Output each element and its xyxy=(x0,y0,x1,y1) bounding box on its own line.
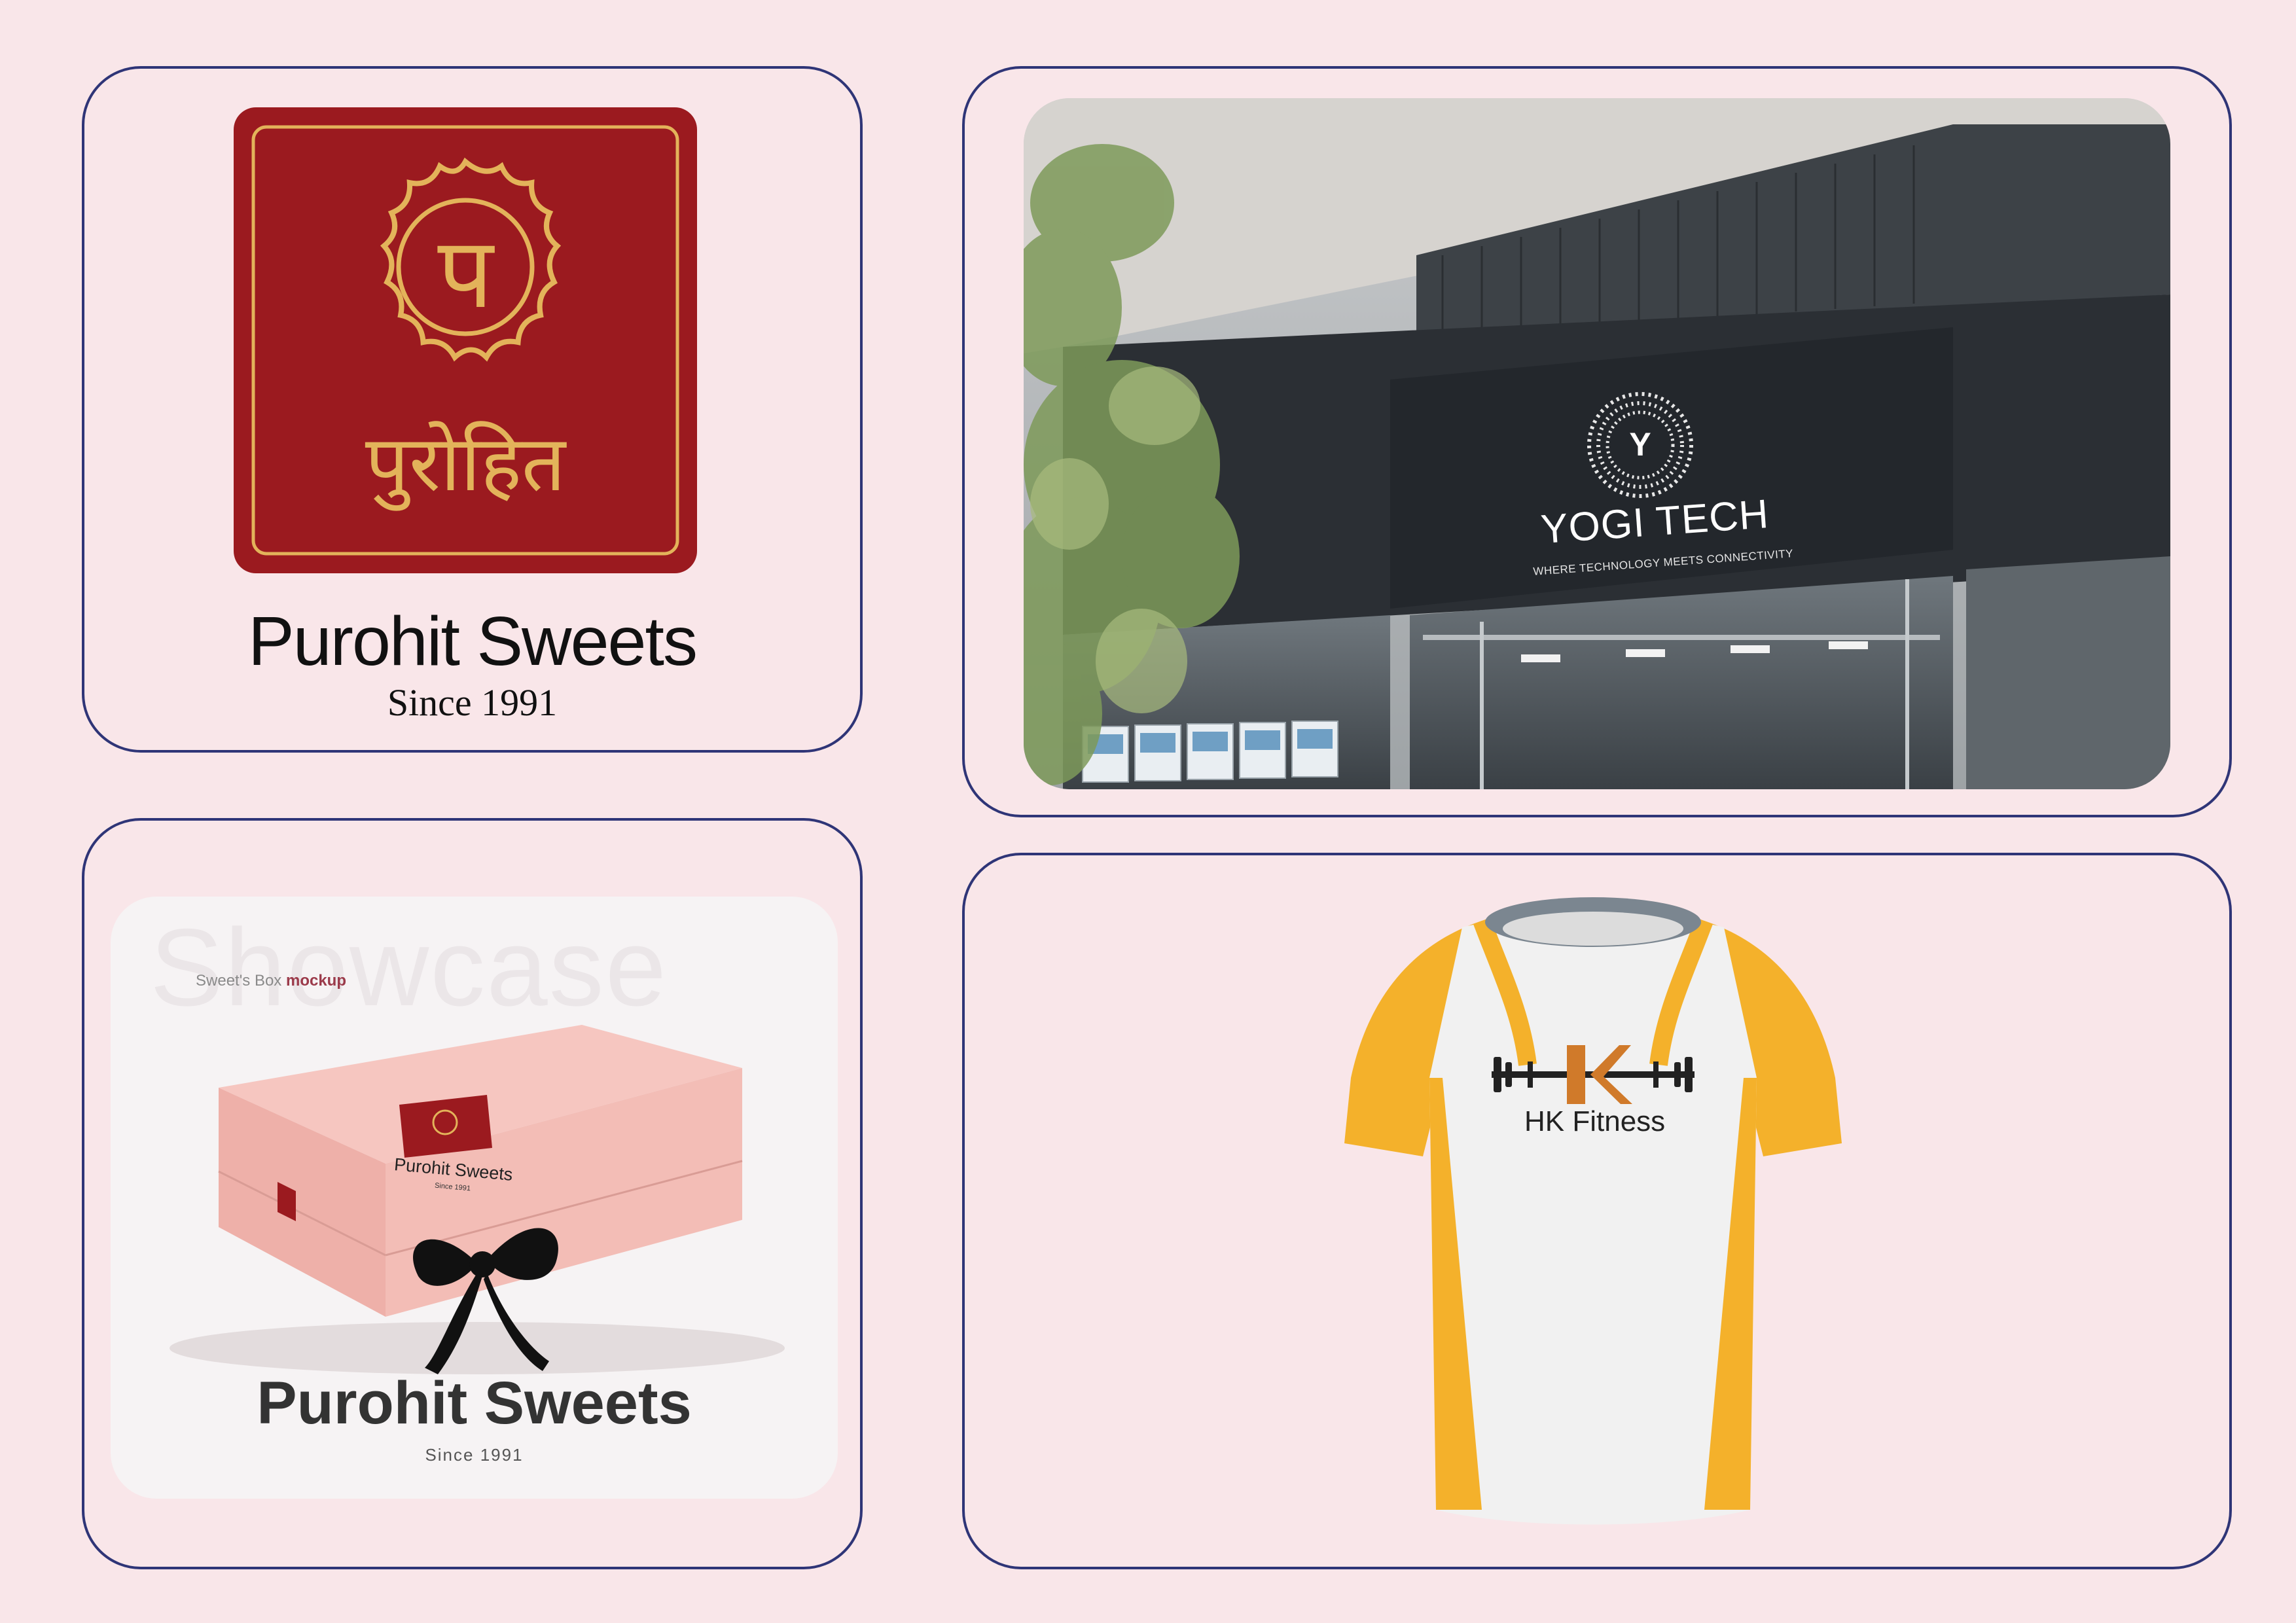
mockup-title: Purohit Sweets xyxy=(257,1370,692,1436)
hk-fitness-shirt-card: HK Fitness xyxy=(962,853,2232,1569)
purohit-brand-name: Purohit Sweets xyxy=(248,603,698,680)
purohit-logo-tile: प पुरोहित xyxy=(234,107,697,573)
purohit-devanagari-wordmark: पुरोहित xyxy=(365,418,567,511)
hk-fitness-brand-name: HK Fitness xyxy=(1524,1105,1666,1137)
purohit-since-text: Since 1991 xyxy=(387,681,558,724)
mockup-panel: Showcase Sweet's Box mockup Purohit Swee… xyxy=(111,897,838,1499)
yogi-tech-storefront-card: Y YOGI TECH WHERE TECHNOLOGY MEETS CONNE… xyxy=(962,66,2232,817)
storefront-photo: Y YOGI TECH WHERE TECHNOLOGY MEETS CONNE… xyxy=(1024,98,2170,789)
purohit-logo-card: प पुरोहित Purohit Sweets Since 1991 xyxy=(82,66,863,753)
tshirt-illustration xyxy=(1344,897,1842,1525)
purohit-emblem: प पुरोहित xyxy=(251,125,679,556)
sweet-box-mockup-card: Showcase Sweet's Box mockup Purohit Swee… xyxy=(82,818,863,1569)
yogi-tech-emblem-letter: Y xyxy=(1629,426,1651,463)
storefront-illustration xyxy=(1024,98,2170,789)
purohit-emblem-letter: प xyxy=(437,217,495,330)
mockup-since: Since 1991 xyxy=(425,1445,524,1465)
